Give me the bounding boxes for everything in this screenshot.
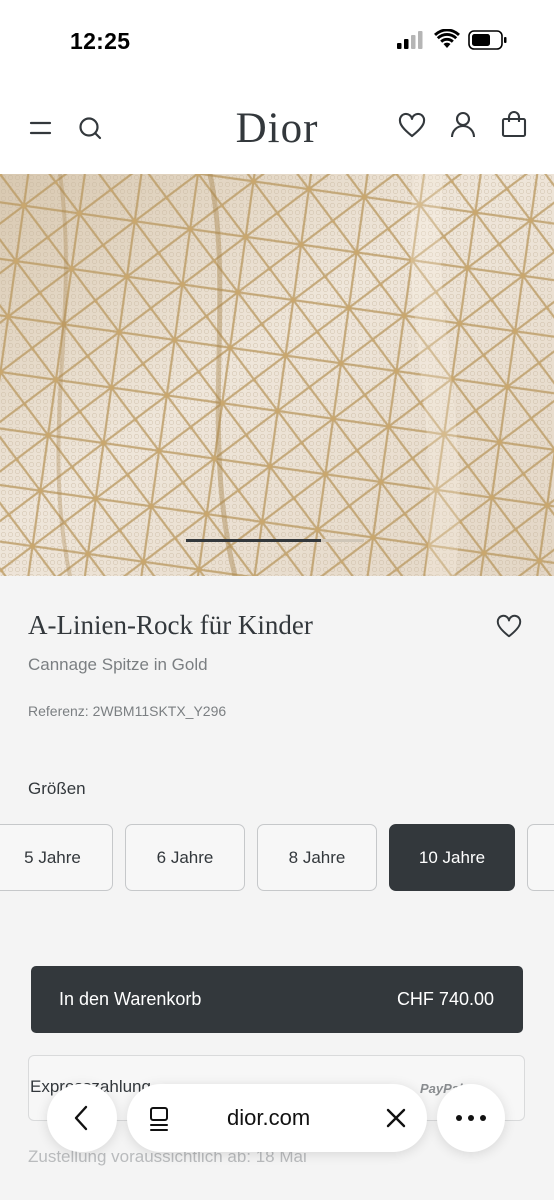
gallery-progress-fill: [186, 539, 322, 542]
size-option-6[interactable]: 6 Jahre: [125, 824, 245, 891]
size-option-label: 5 Jahre: [24, 847, 81, 867]
close-icon[interactable]: [384, 1106, 408, 1130]
shopping-bag-icon[interactable]: [500, 110, 528, 138]
product-title: A-Linien-Rock für Kinder: [28, 610, 313, 640]
product-subtitle: Cannage Spitze in Gold: [28, 655, 208, 674]
browser-url: dior.com: [227, 1105, 311, 1130]
size-option-label: 10 Jahre: [418, 847, 486, 867]
product-price: CHF 740.00: [396, 989, 494, 1009]
battery-icon: [468, 30, 507, 50]
size-option-next[interactable]: [527, 824, 554, 891]
cellular-signal-icon: [397, 31, 423, 49]
browser-back-button[interactable]: [47, 1084, 117, 1152]
chevron-left-icon: [74, 1105, 88, 1131]
status-bar: 12:25: [0, 0, 554, 86]
add-to-wishlist-heart-icon[interactable]: [496, 614, 522, 640]
browser-more-button[interactable]: [437, 1084, 505, 1152]
size-option-8[interactable]: 8 Jahre: [257, 824, 377, 891]
gallery-progress: [186, 539, 364, 542]
size-option-label: 6 Jahre: [156, 847, 214, 867]
browser-address-bar[interactable]: dior.com: [127, 1084, 427, 1152]
more-options-icon: [456, 1115, 486, 1121]
wifi-icon: [434, 29, 460, 48]
add-to-cart-label: In den Warenkorb: [59, 989, 202, 1009]
sizes-label: Größen: [28, 779, 86, 798]
product-reference: Referenz: 2WBM11SKTX_Y296: [28, 703, 227, 719]
add-to-cart-button[interactable]: In den Warenkorb CHF 740.00: [31, 966, 523, 1033]
size-option-5[interactable]: 5 Jahre: [0, 824, 113, 891]
size-option-label: 8 Jahre: [288, 847, 346, 867]
status-time: 12:25: [70, 28, 131, 54]
product-image[interactable]: [0, 174, 554, 576]
heart-icon[interactable]: [398, 112, 426, 140]
tab-overview-icon[interactable]: [148, 1106, 172, 1132]
user-icon[interactable]: [449, 110, 477, 138]
size-option-10[interactable]: 10 Jahre: [389, 824, 515, 891]
